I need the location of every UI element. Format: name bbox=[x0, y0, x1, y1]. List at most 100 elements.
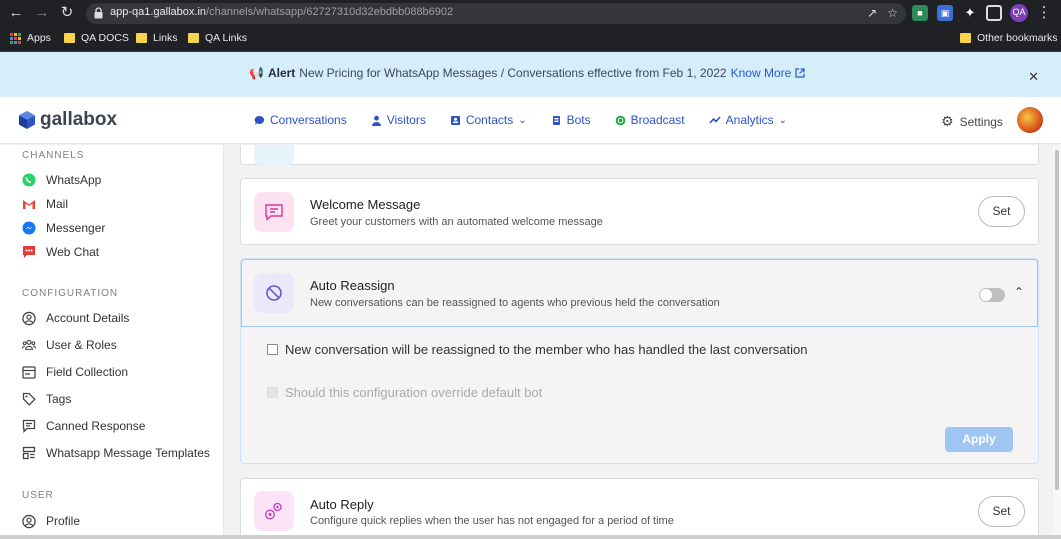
configuration-heading: CONFIGURATION bbox=[22, 288, 119, 299]
sidebar-item-mail[interactable]: Mail bbox=[22, 197, 68, 211]
address-bar[interactable]: app-qa1.gallabox.in/channels/whatsapp/62… bbox=[86, 3, 906, 24]
scrollbar-thumb[interactable] bbox=[1055, 150, 1059, 490]
bookmark-qa-docs[interactable]: QA DOCS bbox=[64, 32, 129, 44]
user-circle-icon bbox=[22, 311, 36, 325]
welcome-message-set-button[interactable]: Set bbox=[978, 196, 1025, 227]
trend-line-icon bbox=[709, 116, 721, 124]
template-icon bbox=[22, 446, 36, 460]
bookmark-links[interactable]: Links bbox=[136, 32, 178, 44]
webchat-icon bbox=[22, 245, 36, 259]
chevron-down-icon: ⌄ bbox=[778, 114, 788, 126]
welcome-message-card: Welcome Message Greet your customers wit… bbox=[240, 178, 1039, 245]
auto-reassign-card: Auto Reassign New conversations can be r… bbox=[240, 258, 1039, 464]
share-icon[interactable]: ↗ bbox=[867, 6, 877, 20]
override-default-bot-checkbox[interactable] bbox=[267, 387, 278, 398]
welcome-message-description: Greet your customers with an automated w… bbox=[310, 216, 603, 228]
nav-analytics[interactable]: Analytics ⌄ bbox=[709, 113, 787, 127]
card-icon bbox=[254, 145, 294, 166]
sidebar-item-webchat[interactable]: Web Chat bbox=[22, 245, 99, 259]
folder-icon bbox=[136, 33, 147, 43]
megaphone-icon: 📢 bbox=[249, 66, 264, 80]
chevron-up-icon[interactable]: ⌃ bbox=[1014, 285, 1024, 299]
nav-conversations[interactable]: Conversations bbox=[254, 113, 347, 127]
bot-icon bbox=[552, 115, 560, 125]
menu-kebab-icon[interactable]: ⋮ bbox=[1035, 4, 1053, 22]
channels-heading: CHANNELS bbox=[22, 150, 85, 161]
contact-card-icon bbox=[450, 115, 460, 125]
tag-icon bbox=[22, 392, 36, 406]
users-group-icon bbox=[22, 338, 36, 352]
gallabox-logo-icon bbox=[19, 111, 35, 129]
auto-reassign-toggle[interactable] bbox=[979, 288, 1005, 302]
apply-button[interactable]: Apply bbox=[945, 427, 1013, 452]
nav-contacts[interactable]: Contacts ⌄ bbox=[450, 113, 527, 127]
previous-card bbox=[240, 145, 1039, 166]
reassign-last-member-checkbox[interactable] bbox=[267, 344, 278, 355]
messenger-icon bbox=[22, 221, 36, 235]
extension-2-icon[interactable]: ▣ bbox=[937, 5, 953, 21]
extension-1-icon[interactable]: ■ bbox=[912, 5, 928, 21]
user-circle-icon bbox=[22, 514, 36, 528]
bottom-edge bbox=[0, 535, 1061, 539]
sidebar-item-field-collection[interactable]: Field Collection bbox=[22, 365, 128, 379]
sidepanel-icon[interactable] bbox=[986, 5, 1002, 21]
alert-content: 📢 Alert New Pricing for WhatsApp Message… bbox=[249, 66, 805, 80]
override-default-bot-label: Should this configuration override defau… bbox=[285, 385, 543, 400]
main-content: Welcome Message Greet your customers wit… bbox=[225, 145, 1053, 539]
folder-icon bbox=[188, 33, 199, 43]
reload-icon[interactable]: ↻ bbox=[58, 4, 76, 22]
profile-avatar[interactable]: QA bbox=[1010, 4, 1028, 22]
sidebar-item-users-roles[interactable]: User & Roles bbox=[22, 338, 117, 352]
forward-icon[interactable]: → bbox=[33, 4, 51, 22]
extensions-puzzle-icon[interactable]: ✦ bbox=[962, 5, 978, 21]
bookmark-qa-links[interactable]: QA Links bbox=[188, 32, 247, 44]
auto-reply-icon bbox=[254, 491, 294, 531]
whatsapp-icon bbox=[615, 115, 625, 125]
folder-icon bbox=[960, 33, 971, 43]
folder-icon bbox=[64, 33, 75, 43]
bookmark-other[interactable]: Other bookmarks bbox=[960, 32, 1058, 44]
alert-label: Alert bbox=[267, 66, 296, 80]
nav-broadcast[interactable]: Broadcast bbox=[615, 113, 685, 127]
nav-bots[interactable]: Bots bbox=[551, 113, 591, 127]
reassign-last-member-label: New conversation will be reassigned to t… bbox=[285, 342, 808, 357]
back-icon[interactable]: ← bbox=[7, 4, 25, 22]
sidebar-item-messenger[interactable]: Messenger bbox=[22, 221, 105, 235]
gear-icon: ⚙ bbox=[941, 113, 954, 129]
alert-banner: 📢 Alert New Pricing for WhatsApp Message… bbox=[0, 52, 1061, 97]
sidebar-item-tags[interactable]: Tags bbox=[22, 392, 71, 406]
auto-reassign-icon bbox=[254, 273, 294, 313]
sidebar-item-whatsapp[interactable]: WhatsApp bbox=[22, 173, 101, 187]
bookmark-apps[interactable]: Apps bbox=[10, 32, 51, 44]
app-header: gallabox Conversations Visitors Contacts… bbox=[0, 97, 1061, 144]
browser-toolbar: ← → ↻ app-qa1.gallabox.in/channels/whats… bbox=[0, 0, 1061, 27]
sidebar-item-account-details[interactable]: Account Details bbox=[22, 311, 129, 325]
auto-reply-set-button[interactable]: Set bbox=[978, 496, 1025, 527]
star-icon[interactable]: ☆ bbox=[887, 6, 898, 20]
gmail-icon bbox=[22, 197, 36, 211]
auto-reply-title: Auto Reply bbox=[310, 497, 374, 512]
bookmarks-bar: Apps QA DOCS Links QA Links Other bookma… bbox=[0, 27, 1061, 52]
know-more-link[interactable]: Know More bbox=[731, 66, 792, 80]
sidebar-item-message-templates[interactable]: Whatsapp Message Templates bbox=[22, 446, 210, 460]
url-text: app-qa1.gallabox.in/channels/whatsapp/62… bbox=[110, 6, 454, 18]
user-heading: USER bbox=[22, 490, 54, 501]
user-avatar[interactable] bbox=[1017, 107, 1043, 133]
alert-message: New Pricing for WhatsApp Messages / Conv… bbox=[299, 66, 727, 80]
close-icon[interactable]: ✕ bbox=[1028, 69, 1039, 85]
settings-link[interactable]: ⚙ Settings bbox=[941, 113, 1003, 130]
auto-reassign-title: Auto Reassign bbox=[310, 278, 395, 293]
chevron-down-icon: ⌄ bbox=[518, 114, 527, 126]
person-icon bbox=[371, 115, 381, 126]
nav-visitors[interactable]: Visitors bbox=[371, 113, 426, 127]
sidebar-item-profile[interactable]: Profile bbox=[22, 514, 80, 528]
auto-reply-card: Auto Reply Configure quick replies when … bbox=[240, 478, 1039, 539]
logo[interactable]: gallabox bbox=[18, 109, 117, 131]
auto-reassign-description: New conversations can be reassigned to a… bbox=[310, 297, 720, 309]
url-actions: ↗ ☆ bbox=[867, 6, 898, 20]
main-nav: Conversations Visitors Contacts ⌄ Bots B… bbox=[254, 113, 811, 127]
sidebar-item-canned-response[interactable]: Canned Response bbox=[22, 419, 145, 433]
auto-reply-description: Configure quick replies when the user ha… bbox=[310, 515, 674, 527]
external-link-icon[interactable] bbox=[795, 68, 805, 78]
auto-reassign-header[interactable] bbox=[241, 259, 1038, 327]
